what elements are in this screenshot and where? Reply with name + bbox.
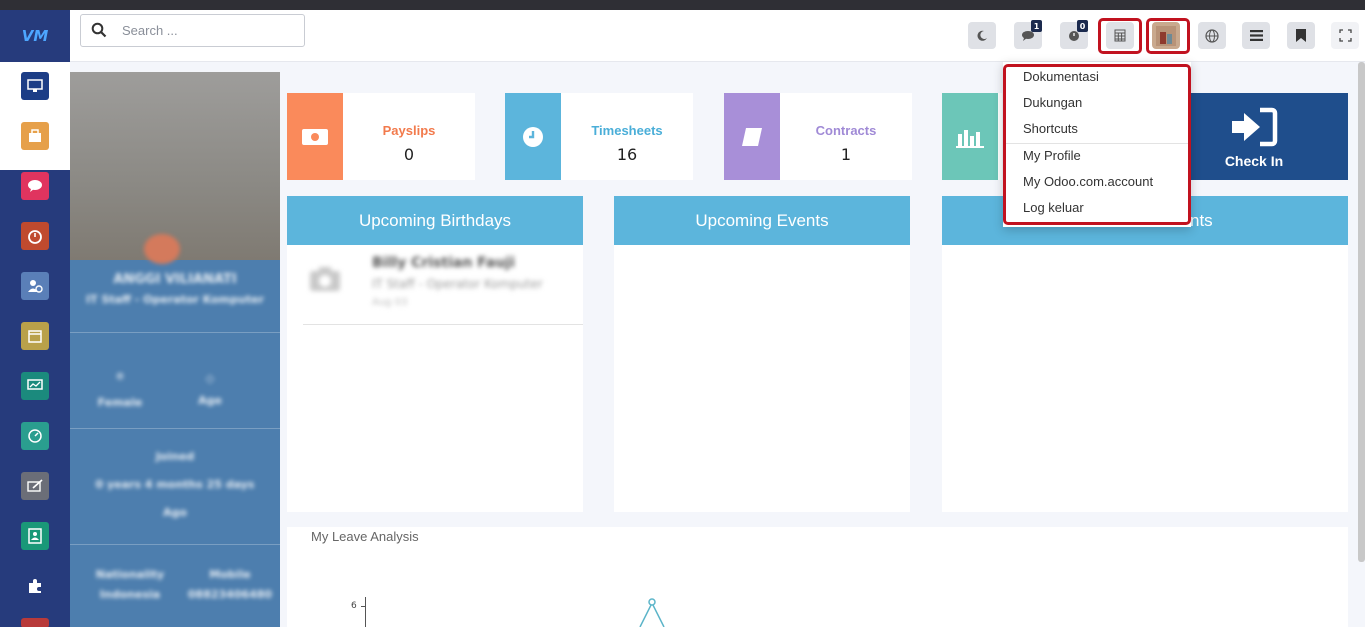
calculator-highlight-frame (1098, 18, 1142, 54)
book-icon (724, 93, 780, 180)
page-scrollbar[interactable] (1358, 62, 1365, 562)
clock-icon (505, 93, 561, 180)
timer-app-icon[interactable] (21, 222, 49, 250)
apps-puzzle-icon[interactable] (21, 572, 49, 600)
app-sidebar: VM (0, 10, 70, 627)
mobile-label: Mobile (209, 568, 251, 581)
divider (70, 332, 280, 333)
activities-button[interactable]: 0 (1060, 20, 1088, 49)
employee-app-icon[interactable] (21, 122, 49, 150)
money-icon (287, 93, 343, 180)
presentation-app-icon[interactable] (21, 372, 49, 400)
upcoming-birthdays-panel: Upcoming Birthdays Billy Cristian Fauji … (287, 196, 583, 512)
birthday-employee-name: Billy Cristian Fauji (372, 255, 515, 271)
timesheets-card[interactable]: Timesheets 16 (505, 93, 693, 180)
menu-button[interactable] (1242, 22, 1270, 49)
top-header: Search ... 1 0 (70, 10, 1365, 62)
birthday-date: Aug 03 (372, 297, 408, 308)
search-placeholder: Search ... (122, 23, 178, 38)
leave-y-tick-mark (361, 606, 366, 607)
payslips-count: 0 (403, 145, 415, 164)
timesheets-count: 16 (616, 145, 638, 164)
third-info-panel: nts (942, 196, 1348, 512)
timesheets-title: Timesheets (591, 123, 663, 138)
tenure-ago: Ago (163, 506, 187, 519)
employee-profile-panel: ANGGI VILIANATI IT Staff - Operator Komp… (70, 72, 280, 627)
messages-badge: 1 (1031, 20, 1042, 32)
search-icon (91, 22, 107, 38)
leave-y-tick: 6 (351, 601, 357, 611)
leave-analysis-title: My Leave Analysis (311, 529, 419, 544)
upcoming-events-header: Upcoming Events (614, 196, 910, 245)
contacts-app-icon[interactable] (21, 522, 49, 550)
upcoming-birthdays-header: Upcoming Birthdays (287, 196, 583, 245)
hamburger-icon (1249, 30, 1263, 41)
birthday-employee-role: IT Staff - Operator Komputer (372, 277, 543, 291)
leave-line-peak (639, 598, 665, 627)
nationality-value: Indonesia (99, 588, 161, 601)
divider (70, 428, 280, 429)
contracts-count: 1 (840, 145, 852, 164)
employee-tenure: 0 years 4 months 25 days (95, 478, 255, 491)
age-icon: ◇ (205, 372, 215, 385)
analytics-card[interactable] (942, 93, 1002, 180)
birthday-list-item[interactable]: Billy Cristian Fauji IT Staff - Operator… (303, 253, 583, 325)
messages-button[interactable]: 1 (1014, 20, 1042, 49)
location-icon: ⌾ (116, 370, 124, 383)
leave-y-axis (365, 597, 366, 627)
payslips-title: Payslips (382, 123, 436, 138)
dark-mode-toggle[interactable] (968, 22, 996, 49)
globe-icon (1205, 28, 1219, 43)
dropdown-highlight-frame (1003, 64, 1191, 225)
avatar-highlight-frame (1146, 18, 1190, 54)
bar-chart-icon (942, 93, 998, 180)
payslips-card[interactable]: Payslips 0 (287, 93, 475, 180)
divider (303, 324, 583, 325)
employee-photo (70, 72, 280, 264)
employee-name: ANGGI VILIANATI (113, 272, 237, 287)
partial-app-icon[interactable] (21, 618, 49, 627)
upcoming-events-panel: Upcoming Events (614, 196, 910, 512)
fullscreen-button[interactable] (1331, 22, 1359, 49)
employee-age-label: Age (198, 394, 222, 407)
bookmark-icon (1296, 29, 1306, 42)
contracts-title: Contracts (815, 123, 877, 138)
mobile-value: 08823406480 (187, 588, 273, 601)
sign-in-icon (1232, 107, 1278, 147)
check-in-label: Check In (1224, 153, 1284, 169)
fullscreen-icon (1338, 29, 1352, 42)
bookmark-button[interactable] (1287, 22, 1315, 49)
employee-role: IT Staff - Operator Komputer (86, 293, 264, 306)
search-input[interactable]: Search ... (80, 14, 305, 47)
moon-icon (977, 30, 987, 41)
leave-analysis-panel: My Leave Analysis 6 (287, 527, 1348, 627)
dashboard-app-icon[interactable] (21, 72, 49, 100)
language-button[interactable] (1198, 22, 1226, 49)
calendar-app-icon[interactable] (21, 322, 49, 350)
discuss-app-icon[interactable] (21, 172, 49, 200)
company-logo[interactable]: VM (0, 10, 70, 62)
window-top-stripe (0, 0, 1365, 10)
notes-app-icon[interactable] (21, 472, 49, 500)
employee-gender: Female (97, 396, 143, 409)
divider (70, 544, 280, 545)
nationality-label: Nationality (95, 568, 165, 581)
camera-icon (310, 267, 340, 291)
activities-badge: 0 (1077, 20, 1088, 32)
joined-label: Joined (155, 450, 195, 463)
contracts-card[interactable]: Contracts 1 (724, 93, 912, 180)
attendance-app-icon[interactable] (21, 272, 49, 300)
dashboard-gauge-icon[interactable] (21, 422, 49, 450)
